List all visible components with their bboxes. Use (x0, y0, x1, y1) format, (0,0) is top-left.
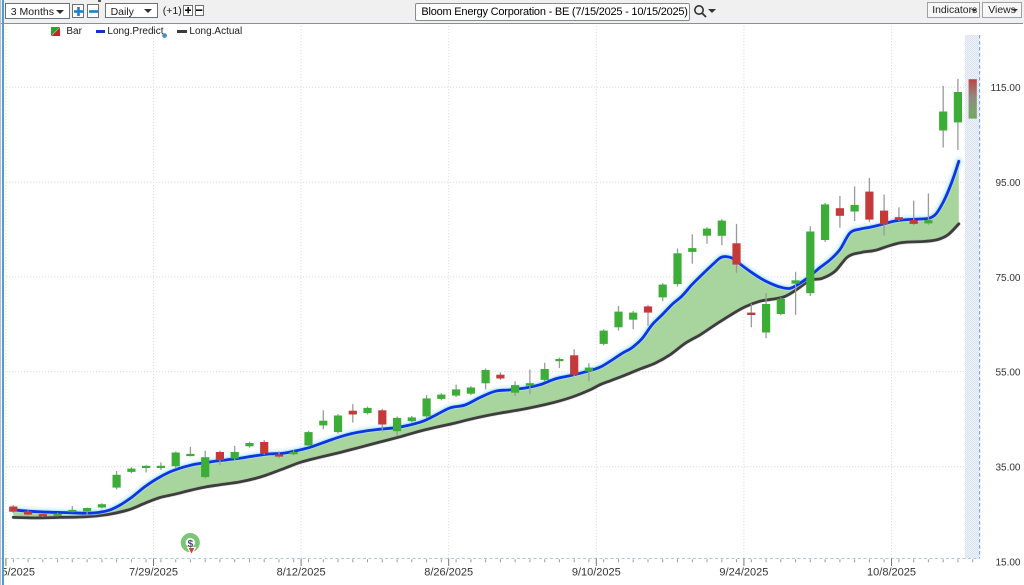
svg-text:9/10/2025: 9/10/2025 (572, 567, 621, 579)
svg-text:10/8/2025: 10/8/2025 (867, 567, 916, 579)
svg-text:75.00: 75.00 (995, 273, 1020, 284)
svg-text:7/29/2025: 7/29/2025 (129, 567, 178, 579)
svg-text:8/12/2025: 8/12/2025 (277, 567, 326, 579)
svg-text:8/26/2025: 8/26/2025 (424, 567, 473, 579)
svg-text:95.00: 95.00 (995, 178, 1020, 189)
svg-text:35.00: 35.00 (995, 463, 1020, 474)
svg-text:7/15/2025: 7/15/2025 (0, 567, 35, 579)
svg-text:55.00: 55.00 (995, 368, 1020, 379)
svg-text:$: $ (187, 539, 193, 550)
svg-text:15.00: 15.00 (995, 557, 1020, 568)
svg-text:9/24/2025: 9/24/2025 (719, 567, 768, 579)
svg-text:115.00: 115.00 (991, 83, 1021, 94)
